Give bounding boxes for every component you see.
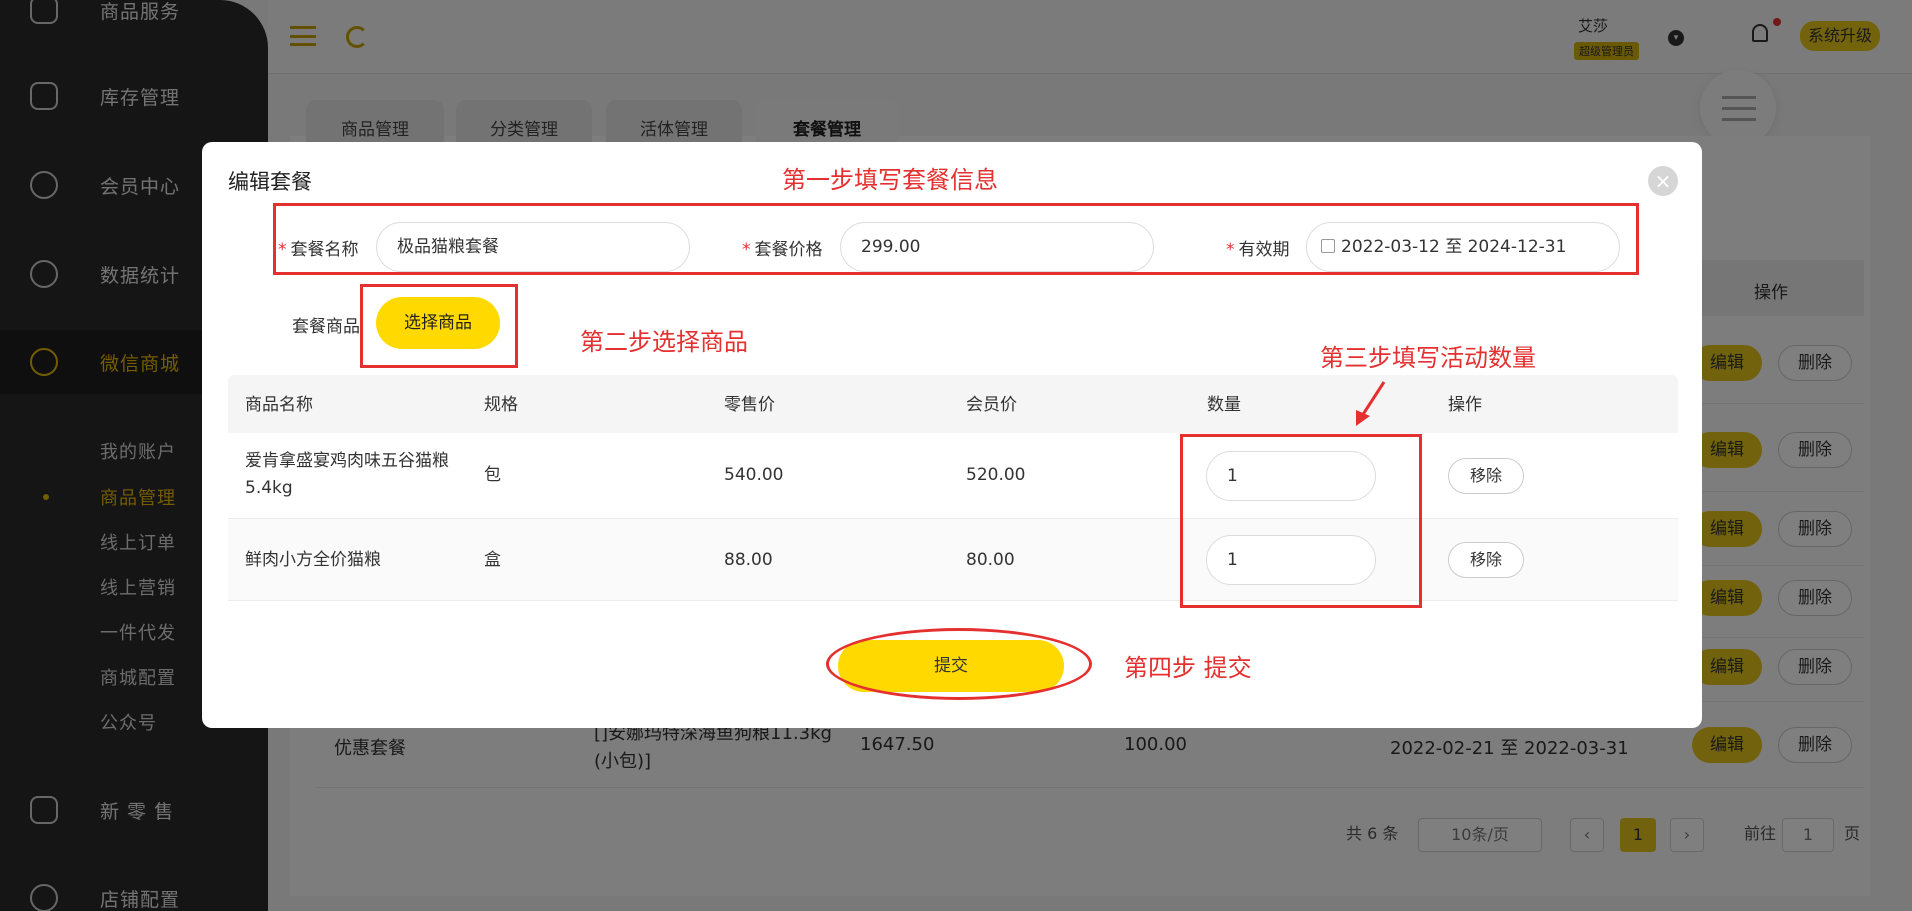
col-header-name: 商品名称 <box>245 395 313 415</box>
col-header-retail: 零售价 <box>724 395 775 415</box>
annotation-step2: 第二步选择商品 <box>580 328 748 356</box>
remove-button[interactable]: 移除 <box>1448 458 1524 494</box>
col-header-spec: 规格 <box>484 395 518 415</box>
package-goods-label: 套餐商品 <box>292 317 360 337</box>
dialog-title: 编辑套餐 <box>228 170 312 194</box>
annotation-box-step3 <box>1180 434 1422 608</box>
annotation-step3: 第三步填写活动数量 <box>1320 344 1536 372</box>
annotation-step1: 第一步填写套餐信息 <box>782 166 998 194</box>
annotation-arrow <box>1356 381 1386 426</box>
goods-spec-cell: 盒 <box>484 550 501 570</box>
goods-retail-cell: 540.00 <box>724 465 784 485</box>
col-header-action: 操作 <box>1448 395 1482 415</box>
annotation-box-step2 <box>360 284 518 368</box>
close-icon[interactable]: × <box>1648 166 1678 196</box>
remove-button[interactable]: 移除 <box>1448 542 1524 578</box>
col-header-member: 会员价 <box>966 395 1017 415</box>
goods-spec-cell: 包 <box>484 465 501 485</box>
goods-member-cell: 520.00 <box>966 465 1026 485</box>
goods-retail-cell: 88.00 <box>724 550 773 570</box>
goods-member-cell: 80.00 <box>966 550 1015 570</box>
goods-name-cell: 鲜肉小方全价猫粮 <box>245 550 381 570</box>
goods-name-cell: 爱肯拿盛宴鸡肉味五谷猫粮5.4kg <box>245 451 449 498</box>
annotation-step4: 第四步 提交 <box>1124 654 1252 682</box>
annotation-box-step1 <box>273 203 1639 275</box>
annotation-ellipse-step4 <box>826 628 1092 700</box>
col-header-qty: 数量 <box>1207 395 1241 415</box>
